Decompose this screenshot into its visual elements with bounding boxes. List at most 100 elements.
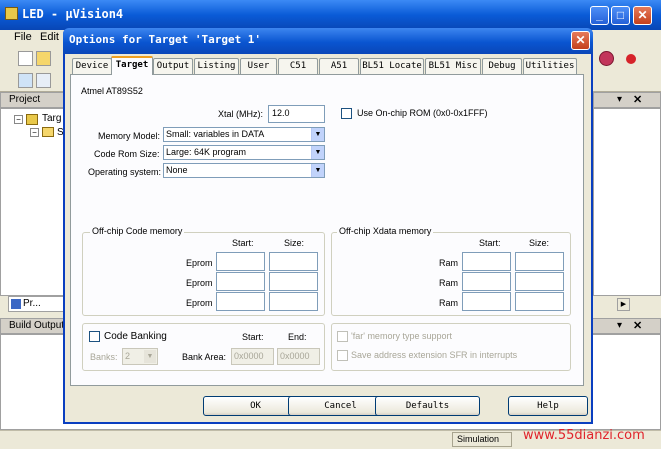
code-rom-size-value: Large: 64K program [166, 147, 247, 157]
bank-area-label: Bank Area: [182, 352, 227, 362]
watermark: www.55dianzi.com [523, 428, 645, 443]
banks-label: Banks: [90, 352, 118, 362]
ram-start-1[interactable] [462, 252, 511, 271]
ram-start-2[interactable] [462, 272, 511, 291]
code-rom-size-select[interactable]: Large: 64K program ▼ [163, 145, 325, 160]
chevron-down-icon[interactable]: ▼ [144, 350, 156, 363]
ram-label-2: Ram [439, 278, 459, 288]
bank-start-label: Start: [242, 332, 264, 342]
tree-collapse-icon-2[interactable]: − [30, 128, 39, 137]
tab-debug[interactable]: Debug [482, 58, 522, 74]
tab-bl51-misc[interactable]: BL51 Misc [425, 58, 481, 74]
memory-model-label: Memory Model: [98, 131, 161, 141]
offchip-code-title: Off-chip Code memory [90, 226, 185, 236]
editor-panel-header [593, 92, 661, 108]
output-dropdown-icon[interactable]: ▾ [617, 320, 622, 331]
chevron-down-icon[interactable]: ▼ [311, 128, 324, 141]
eprom-start-3[interactable] [216, 292, 265, 311]
build-output-title: Build Output [9, 320, 65, 331]
code-banking-checkbox[interactable] [89, 331, 100, 342]
operating-system-select[interactable]: None ▼ [163, 163, 325, 178]
eprom-label-2: Eprom [186, 278, 213, 288]
scroll-right-icon[interactable]: ▶ [617, 298, 630, 311]
banks-select[interactable]: 2 ▼ [122, 348, 158, 365]
app-icon [5, 7, 18, 20]
open-folder-icon[interactable] [36, 51, 51, 66]
tab-device[interactable]: Device [72, 58, 112, 74]
xtal-input[interactable]: 12.0 [268, 105, 325, 123]
new-file-icon[interactable] [18, 51, 33, 66]
app-close-button[interactable]: ✕ [633, 6, 652, 25]
save-address-label: Save address extension SFR in interrupts [351, 350, 518, 360]
bank-area-start[interactable]: 0x0000 [231, 348, 274, 365]
use-onchip-rom-label: Use On-chip ROM (0x0-0x1FFF) [357, 108, 488, 118]
operating-system-label: Operating system: [88, 167, 162, 177]
eprom-size-1[interactable] [269, 252, 318, 271]
tab-utilities[interactable]: Utilities [523, 58, 577, 74]
zoom-icon[interactable] [599, 51, 614, 66]
defaults-button[interactable]: Defaults [375, 396, 480, 416]
output-close-icon[interactable]: ✕ [633, 319, 642, 332]
project-tab-label: Pr... [23, 298, 41, 309]
build-icon[interactable] [18, 73, 33, 88]
rebuild-icon[interactable] [36, 73, 51, 88]
tab-listing[interactable]: Listing [194, 58, 239, 74]
target-folder-icon [26, 114, 38, 125]
save-address-checkbox[interactable] [337, 350, 348, 361]
panel-close-icon[interactable]: ✕ [633, 93, 642, 106]
xtal-label: Xtal (MHz): [218, 109, 263, 119]
tab-target[interactable]: Target [111, 56, 153, 75]
offchip-xdata-size-label: Size: [529, 238, 550, 248]
help-button[interactable]: Help [508, 396, 588, 416]
tree-collapse-icon[interactable]: − [14, 115, 23, 124]
editor-area[interactable] [593, 108, 661, 296]
record-icon[interactable] [626, 54, 636, 64]
app-title: LED - μVision4 [22, 7, 124, 21]
dialog-close-button[interactable]: ✕ [571, 31, 590, 50]
ram-label-3: Ram [439, 298, 459, 308]
eprom-label-1: Eprom [186, 258, 213, 268]
eprom-label-3: Eprom [186, 298, 213, 308]
menu-file[interactable]: File [14, 31, 32, 43]
maximize-button[interactable]: □ [611, 6, 630, 25]
status-simulation: Simulation [452, 432, 512, 447]
eprom-start-2[interactable] [216, 272, 265, 291]
offchip-xdata-title: Off-chip Xdata memory [337, 226, 434, 236]
panel-dropdown-icon[interactable]: ▾ [617, 94, 622, 105]
ram-label-1: Ram [439, 258, 459, 268]
bank-area-end[interactable]: 0x0000 [277, 348, 320, 365]
dialog-title: Options for Target 'Target 1' [69, 33, 262, 46]
menu-edit[interactable]: Edit [40, 31, 59, 43]
use-onchip-rom-checkbox[interactable] [341, 108, 352, 119]
offchip-xdata-start-label: Start: [479, 238, 501, 248]
project-panel-title: Project [9, 94, 41, 105]
tab-c51[interactable]: C51 [278, 58, 318, 74]
tab-bl51-locate[interactable]: BL51 Locate [360, 58, 424, 74]
ram-size-1[interactable] [515, 252, 564, 271]
far-memory-checkbox[interactable] [337, 331, 348, 342]
code-rom-size-label: Code Rom Size: [94, 149, 160, 159]
tab-a51[interactable]: A51 [319, 58, 359, 74]
code-banking-label: Code Banking [104, 331, 167, 342]
eprom-size-2[interactable] [269, 272, 318, 291]
eprom-start-1[interactable] [216, 252, 265, 271]
offchip-code-start-label: Start: [232, 238, 254, 248]
project-tab-icon [11, 299, 21, 309]
tab-user[interactable]: User [240, 58, 277, 74]
banks-value: 2 [125, 351, 131, 361]
ram-size-3[interactable] [515, 292, 564, 311]
operating-system-value: None [166, 165, 188, 175]
minimize-button[interactable]: _ [590, 6, 609, 25]
source-folder-icon [42, 127, 54, 137]
project-panel-header: Project [0, 92, 64, 108]
tab-output[interactable]: Output [153, 58, 193, 74]
bank-end-label: End: [288, 332, 307, 342]
project-tree-root[interactable]: Targ [42, 113, 61, 124]
memory-model-select[interactable]: Small: variables in DATA ▼ [163, 127, 325, 142]
eprom-size-3[interactable] [269, 292, 318, 311]
ram-start-3[interactable] [462, 292, 511, 311]
far-memory-label: 'far' memory type support [351, 331, 452, 341]
chevron-down-icon[interactable]: ▼ [311, 146, 324, 159]
ram-size-2[interactable] [515, 272, 564, 291]
chevron-down-icon[interactable]: ▼ [311, 164, 324, 177]
